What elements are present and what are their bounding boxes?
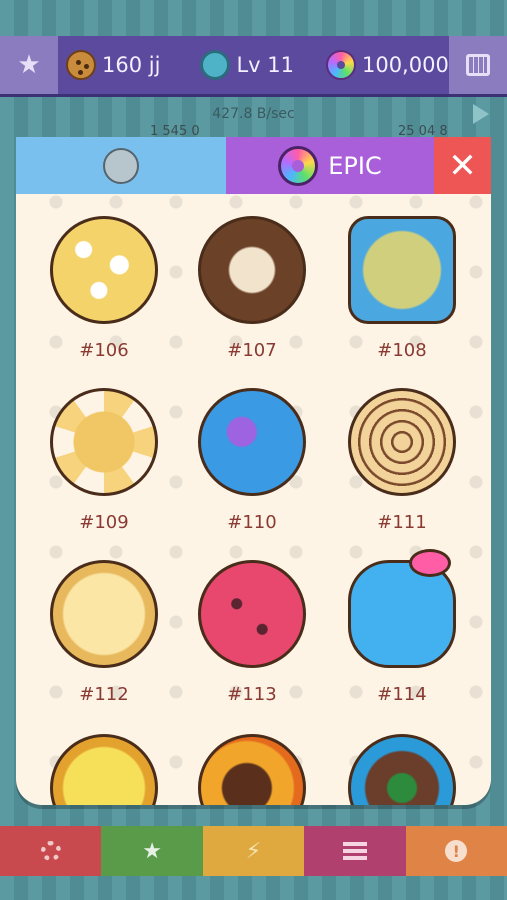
close-button[interactable]: ✕ [434,137,491,194]
cookie-label: #113 [227,684,277,705]
cookie-image [50,734,158,805]
cookie-image [198,216,306,324]
tab-epic-label: EPIC [328,151,382,180]
cookie-counter: 160 jj [66,50,160,80]
gear-icon [40,841,61,861]
play-icon[interactable] [473,104,489,124]
bolt-icon: ⚡ [245,838,262,864]
donut-counter: 100,000 [325,50,449,80]
donut-count: 100,000 [361,53,449,77]
tab-epic[interactable]: EPIC [226,137,434,194]
info-button[interactable]: ! [405,826,507,876]
cookie-image [348,388,456,496]
top-bar: ★ 160 jj Lv 11 100,000 [0,36,507,97]
menu-icon [342,842,367,860]
boost-button[interactable]: ⚡ [202,826,305,876]
cookie-image [50,216,158,324]
modal-tabs: EPIC ✕ [16,137,491,194]
cookie-item-116[interactable] [182,734,322,805]
cookie-collection-modal: EPIC ✕ #106 #107 #108 #109 #110 #111 #11… [16,137,491,805]
menu-button[interactable] [304,826,406,876]
cookie-image [198,388,306,496]
cookie-image [198,560,306,668]
close-icon: ✕ [448,145,477,186]
cookie-item-117[interactable] [332,734,472,805]
level-icon [200,50,231,80]
cookie-image [198,734,306,805]
favorites-button[interactable]: ★ [101,826,203,876]
cookie-label: #114 [377,684,427,705]
cookie-image [348,216,456,324]
cookie-item-108[interactable]: #108 [332,216,472,361]
cookie-item-115[interactable] [34,734,174,805]
cookie-label: #108 [377,340,427,361]
info-icon: ! [445,840,468,862]
cookie-tab-icon [103,147,139,184]
donut-tab-icon [278,145,319,186]
calendar-button[interactable] [449,36,507,94]
cookie-item-111[interactable]: #111 [332,388,472,533]
cookie-label: #109 [79,512,129,533]
tab-common-cookies[interactable] [16,137,226,194]
cookie-image [348,549,456,668]
star-icon: ★ [17,50,41,80]
production-rate: 427.8 B/sec [212,106,295,122]
cookie-image [50,388,158,496]
cookie-label: #112 [79,684,129,705]
cookie-label: #107 [227,340,277,361]
cookie-image [50,560,158,668]
cookie-count: 160 jj [102,53,161,77]
level-indicator: Lv 11 [200,50,294,80]
settings-button[interactable] [0,826,102,876]
level-text: Lv 11 [236,53,294,77]
cookie-label: #110 [227,512,277,533]
cookie-item-107[interactable]: #107 [182,216,322,361]
cookie-item-114[interactable]: #114 [332,549,472,705]
cookie-item-112[interactable]: #112 [34,560,174,705]
donut-icon [325,50,356,80]
cookie-item-113[interactable]: #113 [182,560,322,705]
cookie-item-110[interactable]: #110 [182,388,322,533]
cookie-icon [66,50,96,80]
favorites-star-button[interactable]: ★ [0,36,58,94]
cookie-item-109[interactable]: #109 [34,388,174,533]
cookie-image [348,734,456,805]
cookie-item-106[interactable]: #106 [34,216,174,361]
calendar-icon [466,54,490,76]
bottom-nav: ★ ⚡ ! [0,826,507,876]
cookie-label: #111 [377,512,427,533]
cookie-label: #106 [79,340,129,361]
star-icon: ★ [142,838,162,864]
